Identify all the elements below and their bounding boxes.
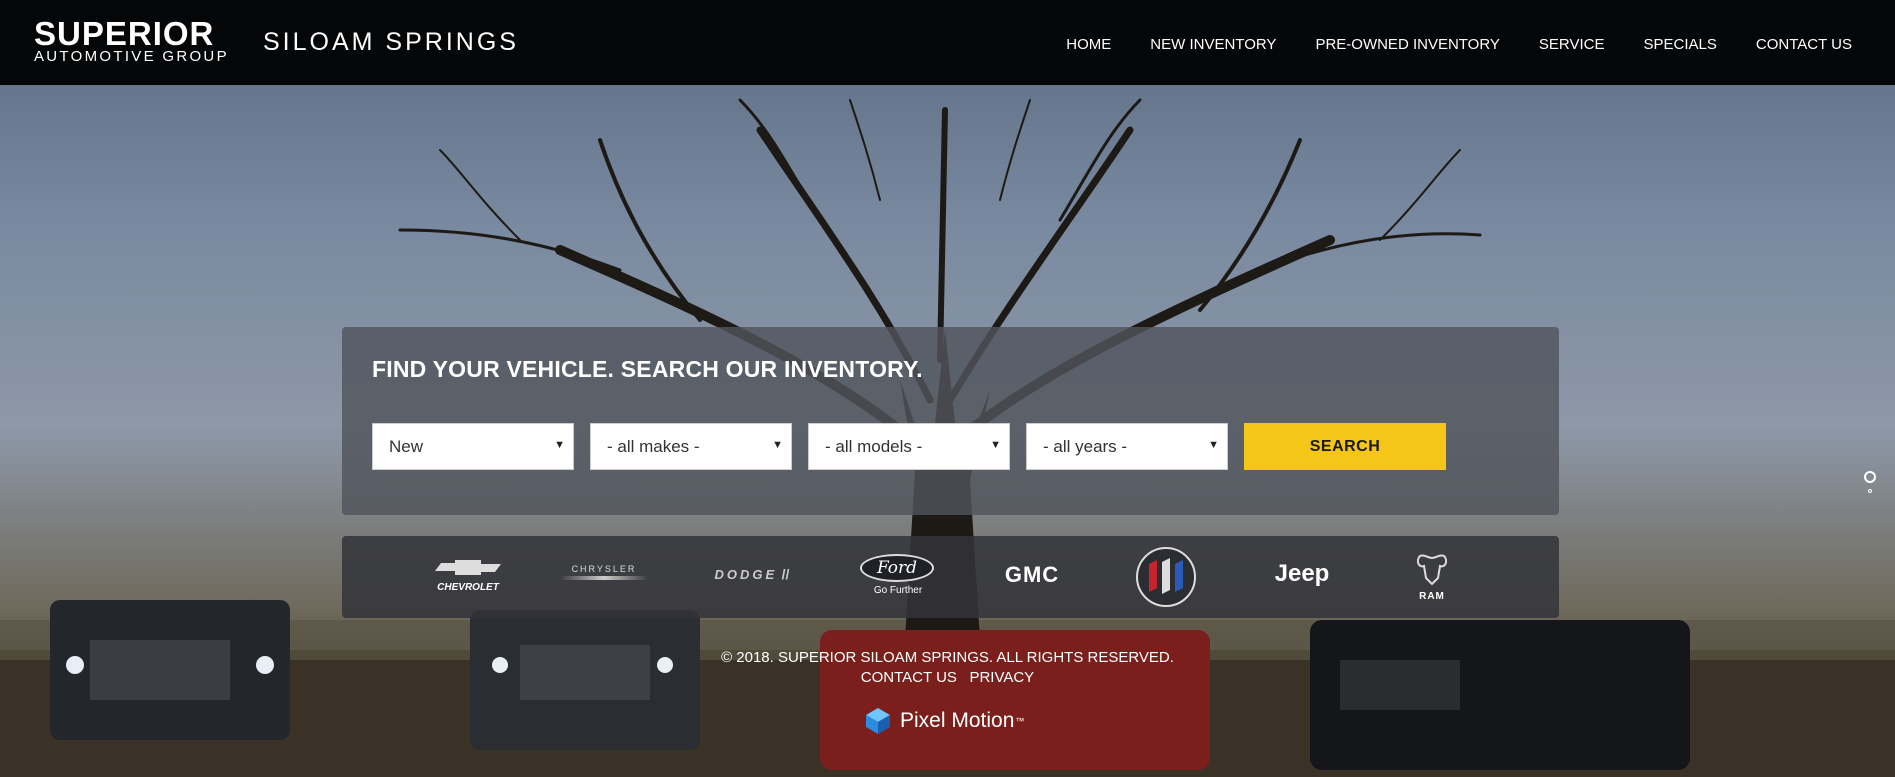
make-select[interactable]: - all makes - ▼ [590, 423, 792, 470]
model-select-value: - all models - [825, 437, 923, 456]
footer-separator [961, 669, 965, 686]
gmc-logo[interactable]: GMC [997, 562, 1067, 588]
copyright-text: © 2018. SUPERIOR SILOAM SPRINGS. ALL RIG… [721, 649, 1174, 666]
site-footer: © 2018. SUPERIOR SILOAM SPRINGS. ALL RIG… [0, 648, 1895, 688]
inventory-search-panel: FIND YOUR VEHICLE. SEARCH OUR INVENTORY.… [342, 327, 1559, 515]
chevrolet-logo[interactable]: CHEVROLET [428, 558, 508, 593]
chevrolet-wordmark: CHEVROLET [437, 582, 499, 593]
footer-contact-link[interactable]: CONTACT US [861, 669, 957, 686]
nav-service[interactable]: SERVICE [1539, 36, 1605, 53]
trademark-symbol: ™ [1015, 716, 1025, 726]
jeep-logo[interactable]: Jeep [1267, 560, 1337, 588]
footer-links: CONTACT US PRIVACY [0, 668, 1895, 688]
pixel-motion-cube-icon [866, 708, 890, 734]
slide-dot[interactable] [1868, 489, 1872, 493]
make-select-value: - all makes - [607, 437, 700, 456]
chrysler-logo[interactable]: CHRYSLER [560, 564, 648, 580]
chrysler-wordmark: CHRYSLER [571, 564, 637, 574]
chevron-down-icon: ▼ [554, 439, 565, 451]
dodge-logo[interactable]: DODGE // [702, 566, 802, 584]
ford-logo[interactable]: Ford Go Further [860, 554, 936, 596]
ram-wordmark: RAM [1419, 591, 1445, 602]
chevrolet-bowtie-icon [435, 560, 501, 575]
condition-select[interactable]: New ▼ [372, 423, 574, 470]
chevron-down-icon: ▼ [1208, 439, 1219, 451]
superior-logo[interactable]: SUPERIOR AUTOMOTIVE GROUP [34, 15, 229, 65]
search-title: FIND YOUR VEHICLE. SEARCH OUR INVENTORY. [372, 356, 923, 382]
chevron-down-icon: ▼ [772, 439, 783, 451]
model-select[interactable]: - all models - ▼ [808, 423, 1010, 470]
pixel-motion-wordmark: Pixel Motion [900, 709, 1015, 732]
chrysler-wings-icon [560, 576, 648, 580]
ford-wordmark: Ford [876, 558, 918, 578]
gmc-wordmark: GMC [1004, 562, 1060, 587]
nav-contact-us[interactable]: CONTACT US [1756, 36, 1852, 53]
jeep-wordmark: Jeep [1274, 560, 1330, 587]
pixel-motion-credit[interactable]: Pixel Motion ™ [862, 706, 1024, 736]
year-select-value: - all years - [1043, 437, 1128, 456]
nav-pre-owned-inventory[interactable]: PRE-OWNED INVENTORY [1315, 36, 1499, 53]
ram-head-icon [1416, 554, 1448, 586]
search-button[interactable]: SEARCH [1244, 423, 1446, 470]
brand-logo-bar: CHEVROLET CHRYSLER DODGE // Ford Go Furt… [342, 536, 1559, 618]
buick-tri-shield-icon [1136, 547, 1196, 607]
dodge-stripes-icon: // [781, 566, 790, 582]
ram-logo[interactable]: RAM [1407, 550, 1457, 602]
nav-new-inventory[interactable]: NEW INVENTORY [1150, 36, 1276, 53]
dealer-location: SILOAM SPRINGS [263, 28, 519, 56]
ford-oval-icon: Ford [860, 554, 934, 582]
chevron-down-icon: ▼ [990, 439, 1001, 451]
nav-home[interactable]: HOME [1066, 36, 1111, 53]
dodge-wordmark: DODGE [714, 567, 778, 582]
year-select[interactable]: - all years - ▼ [1026, 423, 1228, 470]
ford-tagline: Go Further [873, 585, 923, 596]
nav-specials[interactable]: SPECIALS [1644, 36, 1717, 53]
slide-dot-active[interactable] [1864, 471, 1876, 483]
logo-subtitle: AUTOMOTIVE GROUP [34, 48, 229, 65]
site-header: SUPERIOR AUTOMOTIVE GROUP SILOAM SPRINGS… [0, 0, 1895, 85]
buick-logo[interactable] [1135, 546, 1197, 608]
footer-privacy-link[interactable]: PRIVACY [969, 669, 1034, 686]
logo-wordmark: SUPERIOR [34, 15, 215, 52]
slide-indicator [1864, 471, 1876, 493]
condition-select-value: New [389, 437, 424, 456]
main-nav: HOME NEW INVENTORY PRE-OWNED INVENTORY S… [1027, 36, 1852, 53]
